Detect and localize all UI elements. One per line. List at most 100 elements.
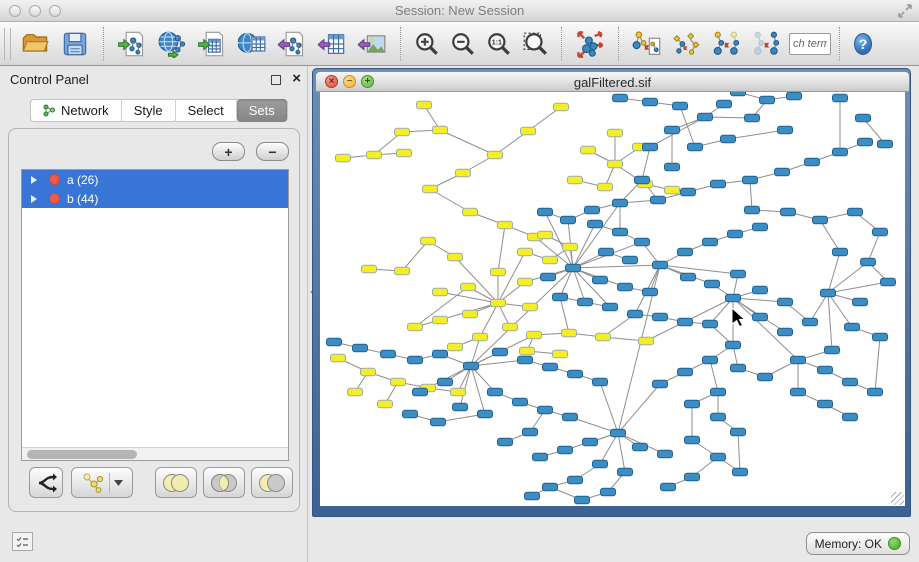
graph-node[interactable] — [518, 278, 533, 286]
graph-node[interactable] — [726, 341, 741, 349]
graph-node[interactable] — [433, 316, 448, 324]
show-all-button[interactable] — [747, 25, 787, 63]
graph-node[interactable] — [673, 102, 688, 110]
graph-node[interactable] — [643, 98, 658, 106]
graph-node[interactable] — [451, 388, 466, 396]
memory-status-button[interactable]: Memory: OK — [806, 532, 910, 555]
graph-node[interactable] — [711, 388, 726, 396]
graph-node[interactable] — [651, 196, 666, 204]
graph-node[interactable] — [523, 428, 538, 436]
graph-node[interactable] — [803, 318, 818, 326]
graph-node[interactable] — [681, 273, 696, 281]
graph-node[interactable] — [473, 333, 488, 341]
graph-node[interactable] — [858, 138, 873, 146]
graph-node[interactable] — [623, 256, 638, 264]
graph-node[interactable] — [448, 343, 463, 351]
graph-node[interactable] — [760, 96, 775, 104]
graph-node[interactable] — [873, 333, 888, 341]
graph-node[interactable] — [491, 268, 506, 276]
select-first-neighbors-button[interactable] — [667, 25, 707, 63]
graph-node[interactable] — [533, 453, 548, 461]
expander-icon[interactable] — [31, 176, 37, 184]
graph-node[interactable] — [678, 248, 693, 256]
graph-node[interactable] — [391, 378, 406, 386]
graph-node[interactable] — [563, 413, 578, 421]
graph-node[interactable] — [603, 303, 618, 311]
graph-node[interactable] — [588, 220, 603, 228]
graph-node[interactable] — [678, 318, 693, 326]
graph-node[interactable] — [843, 378, 858, 386]
graph-node[interactable] — [821, 289, 836, 297]
graph-node[interactable] — [745, 206, 760, 214]
open-session-button[interactable] — [15, 25, 55, 63]
graph-node[interactable] — [562, 329, 577, 337]
graph-node[interactable] — [753, 286, 768, 294]
graph-node[interactable] — [554, 103, 569, 111]
graph-node[interactable] — [397, 149, 412, 157]
graph-node[interactable] — [703, 320, 718, 328]
graph-node[interactable] — [488, 388, 503, 396]
graph-node[interactable] — [685, 400, 700, 408]
zoom-out-button[interactable] — [445, 25, 481, 63]
close-panel-icon[interactable]: × — [292, 70, 301, 88]
graph-node[interactable] — [698, 113, 713, 121]
graph-node[interactable] — [845, 323, 860, 331]
graph-node[interactable] — [413, 388, 428, 396]
graph-node[interactable] — [873, 228, 888, 236]
graph-node[interactable] — [833, 148, 848, 156]
graph-node[interactable] — [778, 298, 793, 306]
graph-node[interactable] — [881, 278, 896, 286]
graph-node[interactable] — [566, 264, 581, 272]
graph-node[interactable] — [711, 453, 726, 461]
graph-node[interactable] — [596, 333, 611, 341]
graph-node[interactable] — [833, 94, 848, 102]
graph-node[interactable] — [791, 388, 806, 396]
graph-node[interactable] — [593, 460, 608, 468]
graph-node[interactable] — [711, 413, 726, 421]
graph-node[interactable] — [711, 180, 726, 188]
tab-style[interactable]: Style — [122, 99, 176, 122]
graph-node[interactable] — [758, 373, 773, 381]
graph-node[interactable] — [453, 403, 468, 411]
graph-node[interactable] — [513, 398, 528, 406]
tab-select[interactable]: Select — [176, 99, 237, 122]
graph-node[interactable] — [438, 378, 453, 386]
graph-node[interactable] — [678, 368, 693, 376]
graph-node[interactable] — [408, 356, 423, 364]
add-set-button[interactable]: + — [212, 142, 245, 161]
graph-node[interactable] — [781, 208, 796, 216]
graph-node[interactable] — [613, 199, 628, 207]
graph-node[interactable] — [520, 347, 535, 355]
graph-node[interactable] — [395, 267, 410, 275]
new-network-from-selection-button[interactable] — [627, 25, 667, 63]
graph-node[interactable] — [601, 488, 616, 496]
graph-node[interactable] — [608, 160, 623, 168]
graph-node[interactable] — [705, 280, 720, 288]
graph-node[interactable] — [464, 362, 479, 370]
graph-node[interactable] — [618, 283, 633, 291]
graph-node[interactable] — [583, 438, 598, 446]
graph-node[interactable] — [568, 176, 583, 184]
import-table-web-button[interactable] — [232, 25, 272, 63]
graph-node[interactable] — [731, 364, 746, 372]
apply-layout-button[interactable] — [570, 25, 610, 63]
graph-node[interactable] — [681, 188, 696, 196]
graph-node[interactable] — [653, 313, 668, 321]
graph-node[interactable] — [568, 370, 583, 378]
graph-node[interactable] — [613, 94, 628, 102]
graph-node[interactable] — [518, 356, 533, 364]
graph-node[interactable] — [599, 248, 614, 256]
save-session-button[interactable] — [55, 25, 95, 63]
graph-node[interactable] — [431, 418, 446, 426]
graph-node[interactable] — [643, 143, 658, 151]
graph-node[interactable] — [558, 446, 573, 454]
graph-node[interactable] — [733, 468, 748, 476]
graph-node[interactable] — [538, 406, 553, 414]
graph-node[interactable] — [853, 298, 868, 306]
graph-node[interactable] — [703, 356, 718, 364]
graph-node[interactable] — [463, 208, 478, 216]
graph-node[interactable] — [336, 154, 351, 162]
graph-node[interactable] — [561, 216, 576, 224]
graph-node[interactable] — [367, 151, 382, 159]
graph-node[interactable] — [361, 368, 376, 376]
